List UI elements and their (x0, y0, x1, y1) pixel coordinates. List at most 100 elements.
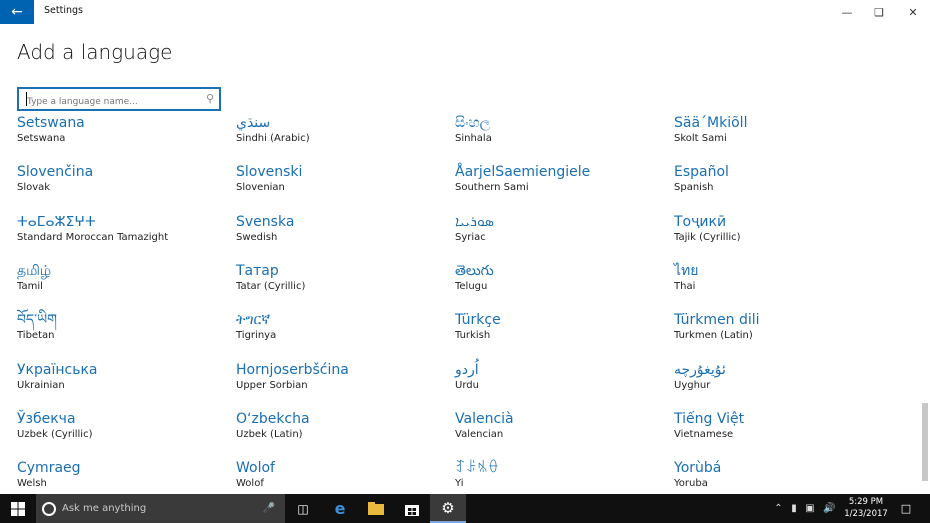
search-icon[interactable]: ⚲ (206, 92, 214, 105)
language-native-name: Türkmen dili (674, 312, 760, 329)
language-english-name: Swedish (236, 231, 278, 243)
language-item[interactable]: ئۇيغۇرچە Uyghur (674, 361, 884, 407)
start-button[interactable] (0, 494, 36, 523)
language-english-name: Tamil (17, 280, 43, 292)
scrollbar-thumb[interactable] (922, 403, 928, 481)
language-native-name: తెలుగు (455, 262, 494, 279)
volume-icon[interactable]: 🔊 (823, 503, 835, 514)
edge-browser-button[interactable]: e (322, 494, 358, 523)
language-native-name: ትግርኛ (236, 312, 271, 329)
language-native-name: Wolof (236, 460, 275, 477)
language-item[interactable]: తెలుగు Telugu (455, 262, 665, 308)
language-native-name: Setswana (17, 115, 85, 131)
language-native-name: ⵜⴰⵎⴰⵣⵉⵖⵜ (17, 213, 96, 230)
language-english-name: Sinhala (455, 133, 492, 144)
cortana-search-box[interactable]: Ask me anything 🎤 (36, 494, 285, 523)
language-item[interactable]: Tiếng Việt Vietnamese (674, 410, 884, 456)
language-item[interactable]: Ўзбекча Uzbek (Cyrillic) (17, 410, 227, 456)
language-english-name: Ukrainian (17, 379, 65, 391)
language-item[interactable]: Українська Ukrainian (17, 361, 227, 407)
language-item[interactable]: Español Spanish (674, 163, 884, 209)
language-native-name: سنڌي (236, 115, 271, 131)
language-item[interactable]: سنڌي Sindhi (Arabic) (236, 114, 446, 160)
language-item[interactable]: Svenska Swedish (236, 213, 446, 259)
language-item[interactable]: Тоҷикӣ Tajik (Cyrillic) (674, 213, 884, 259)
language-english-name: Tajik (Cyrillic) (674, 231, 741, 243)
language-item[interactable]: Sää´Mkiõll Skolt Sami (674, 114, 884, 160)
taskbar: Ask me anything 🎤 ◫ e ⚙ ⌃ ▮ ▣ 🔊 5:29 PM … (0, 494, 930, 523)
language-item[interactable]: Türkçe Turkish (455, 311, 665, 357)
restore-button[interactable]: ❏ (862, 0, 896, 24)
language-english-name: Urdu (455, 379, 479, 391)
language-native-name: اُردو (455, 361, 479, 378)
language-native-name: Sää´Mkiõll (674, 115, 748, 131)
action-center-button[interactable]: □ (892, 494, 920, 523)
language-english-name: Skolt Sami (674, 133, 727, 144)
language-item[interactable]: O‘zbekcha Uzbek (Latin) (236, 410, 446, 456)
language-item[interactable]: ไทย Thai (674, 262, 884, 308)
restore-icon: ❏ (874, 5, 884, 19)
language-item[interactable]: Türkmen dili Turkmen (Latin) (674, 311, 884, 357)
language-search-input[interactable] (19, 92, 189, 112)
language-item[interactable]: Slovenski Slovenian (236, 163, 446, 209)
network-icon[interactable]: ▣ (805, 503, 814, 514)
minimize-button[interactable]: — (830, 0, 864, 24)
language-item[interactable]: සිංහල Sinhala (455, 114, 665, 160)
language-english-name: Uyghur (674, 379, 711, 391)
language-item[interactable]: தமிழ் Tamil (17, 262, 227, 308)
language-native-name: ꆈꌠꁱꂷ (455, 460, 499, 477)
language-english-name: Turkish (455, 330, 491, 342)
language-item[interactable]: Setswana Setswana (17, 114, 227, 160)
language-english-name: Spanish (674, 182, 714, 194)
language-english-name: Wolof (236, 478, 264, 490)
folder-icon (368, 502, 384, 515)
store-button[interactable] (394, 494, 430, 523)
close-icon: ✕ (908, 5, 918, 19)
file-explorer-button[interactable] (358, 494, 394, 523)
language-item[interactable]: Slovenčina Slovak (17, 163, 227, 209)
close-button[interactable]: ✕ (896, 0, 930, 24)
language-native-name: ܣܘܪܝܝܐ (455, 213, 495, 230)
title-bar: ← Settings — ❏ ✕ (0, 0, 930, 24)
language-english-name: Slovenian (236, 182, 285, 194)
language-native-name: ไทย (674, 262, 699, 279)
chevron-up-icon[interactable]: ⌃ (774, 503, 782, 514)
language-native-name: Türkçe (455, 312, 501, 329)
language-native-name: Valencià (455, 410, 514, 427)
language-item[interactable]: Valencià Valencian (455, 410, 665, 456)
minimize-icon: — (841, 5, 853, 19)
language-native-name: Yorùbá (674, 460, 722, 477)
microphone-icon[interactable]: 🎤 (263, 503, 275, 514)
language-english-name: Yi (455, 478, 464, 490)
language-item[interactable]: Татар Tatar (Cyrillic) (236, 262, 446, 308)
language-item[interactable]: اُردو Urdu (455, 361, 665, 407)
store-icon (405, 504, 419, 516)
window-title: Settings (44, 5, 83, 16)
clock[interactable]: 5:29 PM 1/23/2017 (842, 496, 890, 520)
language-english-name: Tibetan (17, 330, 55, 342)
task-view-icon: ◫ (297, 501, 309, 516)
language-item[interactable]: ⵜⴰⵎⴰⵣⵉⵖⵜ Standard Moroccan Tamazight (17, 213, 227, 259)
language-item[interactable]: Hornjoserbšćina Upper Sorbian (236, 361, 446, 407)
clock-time: 5:29 PM (848, 497, 884, 507)
notification-icon: □ (900, 502, 912, 515)
back-button[interactable]: ← (0, 0, 34, 24)
language-item[interactable]: ܣܘܪܝܝܐ Syriac (455, 213, 665, 259)
language-native-name: ÅarjelSaemiengiele (455, 164, 591, 181)
language-item[interactable]: ትግርኛ Tigrinya (236, 311, 446, 357)
language-english-name: Yoruba (674, 478, 708, 490)
text-caret (26, 92, 27, 106)
language-native-name: ئۇيغۇرچە (674, 361, 726, 378)
settings-taskbar-button[interactable]: ⚙ (430, 494, 466, 523)
language-item[interactable]: བོད་ཡིག Tibetan (17, 311, 227, 357)
language-item[interactable]: ÅarjelSaemiengiele Southern Sami (455, 163, 665, 209)
edge-icon: e (334, 499, 346, 518)
language-english-name: Uzbek (Cyrillic) (17, 428, 93, 440)
page-title: Add a language (17, 40, 173, 64)
back-arrow-icon: ← (11, 4, 23, 20)
language-native-name: O‘zbekcha (236, 410, 310, 427)
task-view-button[interactable]: ◫ (286, 494, 320, 523)
language-english-name: Southern Sami (455, 182, 529, 194)
battery-icon[interactable]: ▮ (791, 503, 797, 514)
language-search-box[interactable]: ⚲ (17, 87, 221, 112)
